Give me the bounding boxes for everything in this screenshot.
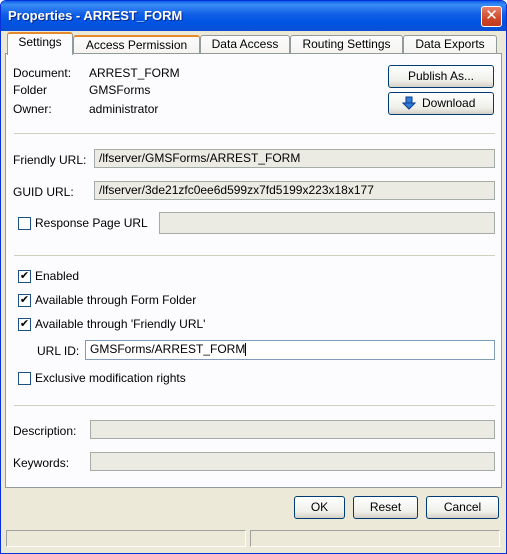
keywords-field[interactable] [90,452,495,471]
enabled-checkbox[interactable]: ✔ [18,270,31,283]
document-value: ARREST_FORM [89,66,180,80]
title-bar[interactable]: Properties - ARREST_FORM ✕ [1,1,506,31]
text-cursor [245,343,247,357]
separator [14,255,495,256]
enabled-label: Enabled [35,269,80,283]
url-id-label: URL ID: [37,344,80,358]
tab-access-permission[interactable]: Access Permission [73,35,200,54]
tab-data-access[interactable]: Data Access [200,35,290,54]
response-page-label: Response Page URL [35,216,148,230]
check-icon: ✔ [19,318,30,330]
document-label: Document: [13,66,72,80]
friendly-url-label: Friendly URL: [13,153,87,167]
response-page-checkbox[interactable] [18,217,31,230]
check-icon: ✔ [19,270,30,282]
guid-url-label: GUID URL: [13,185,74,199]
exclusive-rights-checkbox[interactable] [18,372,31,385]
close-icon: ✕ [485,7,498,24]
guid-url-field[interactable]: /lfserver/3de21zfc0ee6d599zx7fd5199x223x… [94,181,495,200]
friendly-url-checkbox[interactable]: ✔ [18,318,31,331]
friendly-url-field[interactable]: /lfserver/GMSForms/ARREST_FORM [94,149,495,168]
description-label: Description: [13,424,77,438]
keywords-label: Keywords: [13,456,70,470]
cancel-button[interactable]: Cancel [426,496,499,519]
reset-button[interactable]: Reset [353,496,418,519]
description-field[interactable] [90,420,495,439]
tab-data-exports[interactable]: Data Exports [403,35,497,54]
folder-value: GMSForms [89,83,151,97]
tab-settings[interactable]: Settings [7,32,73,55]
friendly-url-option-label: Available through 'Friendly URL' [35,317,206,331]
owner-value: administrator [89,102,159,116]
status-bar-right [250,530,500,547]
response-page-url-field[interactable] [159,212,495,234]
exclusive-rights-label: Exclusive modification rights [35,371,186,385]
check-icon: ✔ [19,294,30,306]
url-id-value: GMSForms/ARREST_FORM [90,342,246,356]
folder-label: Folder [13,83,48,97]
ok-button[interactable]: OK [294,496,345,519]
window-title: Properties - ARREST_FORM [8,8,183,23]
form-folder-label: Available through Form Folder [35,293,197,307]
url-id-input[interactable]: GMSForms/ARREST_FORM [85,340,495,360]
properties-dialog: Properties - ARREST_FORM ✕ Settings Acce… [0,0,507,554]
owner-label: Owner: [13,102,52,116]
download-arrow-icon [402,96,416,110]
separator [14,133,495,134]
publish-as-button[interactable]: Publish As... [388,65,494,88]
tab-routing-settings[interactable]: Routing Settings [290,35,403,54]
download-label: Download [422,96,476,110]
form-folder-checkbox[interactable]: ✔ [18,294,31,307]
status-bar-left [6,530,246,547]
download-button[interactable]: Download [388,92,494,115]
separator [14,405,495,406]
close-button[interactable]: ✕ [481,6,502,27]
settings-panel: Document: ARREST_FORM Folder GMSForms Ow… [5,53,502,488]
